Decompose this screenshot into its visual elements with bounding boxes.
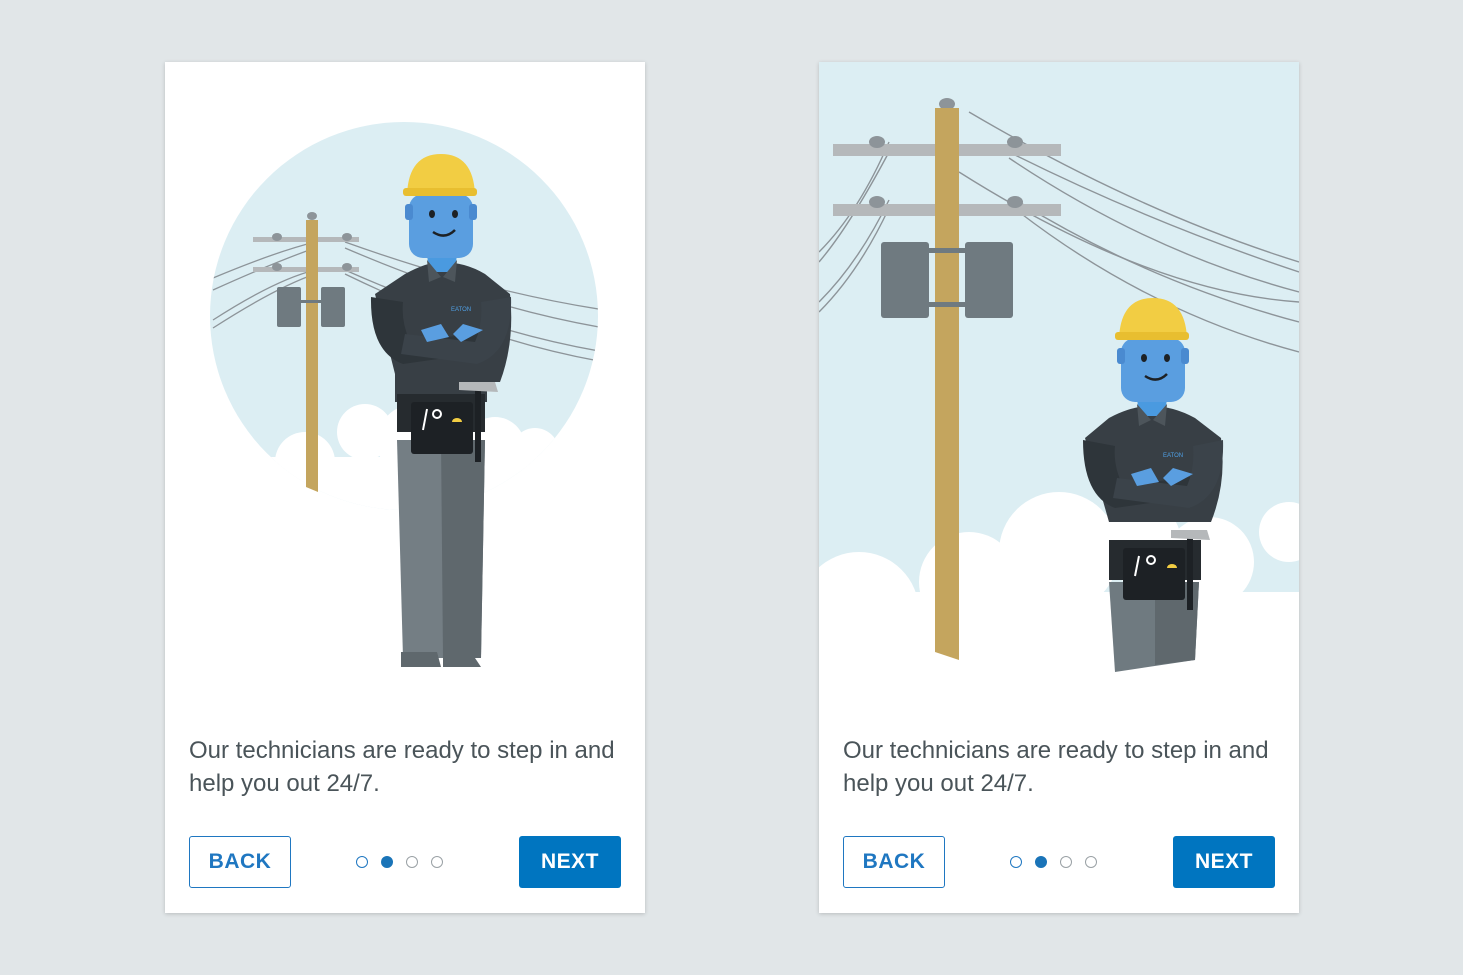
technician-illustration: EATON (165, 62, 645, 762)
technician-illustration: EATON (819, 62, 1299, 762)
next-button[interactable]: NEXT (519, 836, 621, 888)
page-dot-3[interactable] (406, 856, 418, 868)
page-dot-1[interactable] (356, 856, 368, 868)
page-dot-2-active[interactable] (381, 856, 393, 868)
shirt-logo: EATON (451, 307, 471, 313)
page-dot-2-active[interactable] (1035, 856, 1047, 868)
onboarding-card-left: EATON Our technicians are ready to step … (165, 62, 645, 913)
back-button[interactable]: BACK (843, 836, 945, 888)
onboarding-message: Our technicians are ready to step in and… (843, 737, 1269, 797)
page-dot-4[interactable] (1085, 856, 1097, 868)
page-dot-1[interactable] (1010, 856, 1022, 868)
next-button[interactable]: NEXT (1173, 836, 1275, 888)
pagination-dots (1010, 854, 1097, 870)
pagination-dots (356, 854, 443, 870)
page-dot-3[interactable] (1060, 856, 1072, 868)
back-button[interactable]: BACK (189, 836, 291, 888)
onboarding-card-right: EATON Our technicians are ready to step … (819, 62, 1299, 913)
page-dot-4[interactable] (431, 856, 443, 868)
shirt-logo: EATON (1163, 453, 1183, 459)
onboarding-message: Our technicians are ready to step in and… (189, 737, 615, 797)
